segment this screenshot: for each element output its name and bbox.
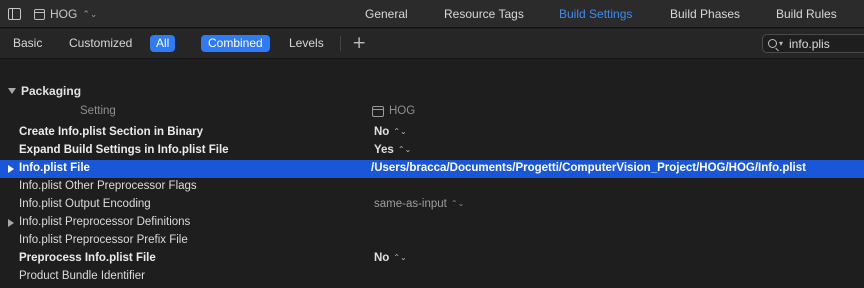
disclosure-down-icon[interactable]	[8, 88, 16, 94]
disclosure-right-icon[interactable]	[8, 219, 14, 227]
setting-value[interactable]: No ⌃⌄	[374, 126, 407, 138]
column-target-label: HOG	[372, 105, 415, 117]
search-input[interactable]	[789, 36, 850, 51]
search-field[interactable]: ▾	[762, 34, 864, 53]
filter-bar: Basic Customized All Combined Levels + ▾	[0, 29, 864, 59]
tab-build-settings[interactable]: Build Settings	[559, 7, 632, 21]
editor-tab-bar: HOG ⌃⌄ General Resource Tags Build Setti…	[0, 0, 864, 28]
target-picker[interactable]: HOG ⌃⌄	[34, 7, 97, 21]
table-row[interactable]: Create Info.plist Section in Binary No ⌃⌄	[0, 124, 864, 142]
settings-table: Create Info.plist Section in Binary No ⌃⌄…	[0, 124, 864, 286]
setting-name: Info.plist File	[19, 162, 90, 174]
chevron-updown-icon: ⌃⌄	[393, 253, 407, 262]
table-row[interactable]: Info.plist Preprocessor Definitions	[0, 214, 864, 232]
target-icon	[372, 105, 384, 117]
setting-value-text: No	[374, 252, 390, 264]
column-target-name: HOG	[389, 105, 416, 117]
setting-value[interactable]: No ⌃⌄	[374, 252, 407, 264]
table-row[interactable]: Info.plist Output Encoding same-as-input…	[0, 196, 864, 214]
setting-name: Info.plist Other Preprocessor Flags	[19, 180, 197, 192]
scope-basic-button[interactable]: Basic	[7, 35, 48, 52]
view-combined-button[interactable]: Combined	[201, 35, 270, 52]
chevron-updown-icon: ⌃⌄	[82, 8, 98, 19]
table-row[interactable]: Info.plist Other Preprocessor Flags	[0, 178, 864, 196]
chevron-down-icon: ▾	[779, 39, 784, 48]
setting-value-text: same-as-input	[374, 198, 447, 210]
table-row[interactable]: Product Bundle Identifier	[0, 268, 864, 286]
tab-resource-tags[interactable]: Resource Tags	[444, 7, 524, 21]
setting-name: Product Bundle Identifier	[19, 270, 145, 282]
column-header: Setting HOG	[0, 102, 864, 120]
column-setting-label: Setting	[80, 105, 116, 117]
setting-value[interactable]: same-as-input ⌃⌄	[374, 198, 464, 210]
tab-build-phases[interactable]: Build Phases	[670, 7, 740, 21]
target-name: HOG	[50, 7, 78, 21]
add-setting-icon[interactable]: +	[352, 33, 366, 53]
setting-name: Create Info.plist Section in Binary	[19, 126, 204, 138]
scope-customized-button[interactable]: Customized	[63, 35, 138, 52]
setting-value[interactable]: Yes ⌃⌄	[374, 144, 411, 156]
table-row-selected[interactable]: Info.plist File /Users/bracca/Documents/…	[0, 160, 864, 178]
setting-name: Info.plist Output Encoding	[19, 198, 151, 210]
setting-name: Info.plist Preprocessor Prefix File	[19, 234, 188, 246]
setting-name: Expand Build Settings in Info.plist File	[19, 144, 229, 156]
setting-name: Info.plist Preprocessor Definitions	[19, 216, 191, 228]
table-row[interactable]: Preprocess Info.plist File No ⌃⌄	[0, 250, 864, 268]
setting-value-text: No	[374, 126, 390, 138]
view-levels-button[interactable]: Levels	[283, 35, 330, 52]
tab-general[interactable]: General	[365, 7, 408, 21]
section-title: Packaging	[21, 84, 82, 98]
table-row[interactable]: Expand Build Settings in Info.plist File…	[0, 142, 864, 160]
disclosure-right-icon[interactable]	[8, 165, 14, 173]
section-header[interactable]: Packaging	[0, 82, 864, 100]
target-icon	[34, 8, 45, 20]
chevron-updown-icon: ⌃⌄	[397, 145, 412, 154]
setting-value[interactable]: /Users/bracca/Documents/Progetti/Compute…	[371, 162, 806, 174]
chevron-updown-icon: ⌃⌄	[393, 127, 407, 136]
tab-build-rules[interactable]: Build Rules	[776, 7, 837, 21]
divider	[340, 36, 341, 51]
chevron-updown-icon: ⌃⌄	[450, 199, 465, 208]
table-row[interactable]: Info.plist Preprocessor Prefix File	[0, 232, 864, 250]
setting-value-text: Yes	[374, 144, 394, 156]
search-icon	[768, 39, 777, 48]
sidebar-toggle-icon[interactable]	[8, 8, 21, 20]
setting-name: Preprocess Info.plist File	[19, 252, 156, 264]
scope-all-button[interactable]: All	[150, 35, 176, 52]
